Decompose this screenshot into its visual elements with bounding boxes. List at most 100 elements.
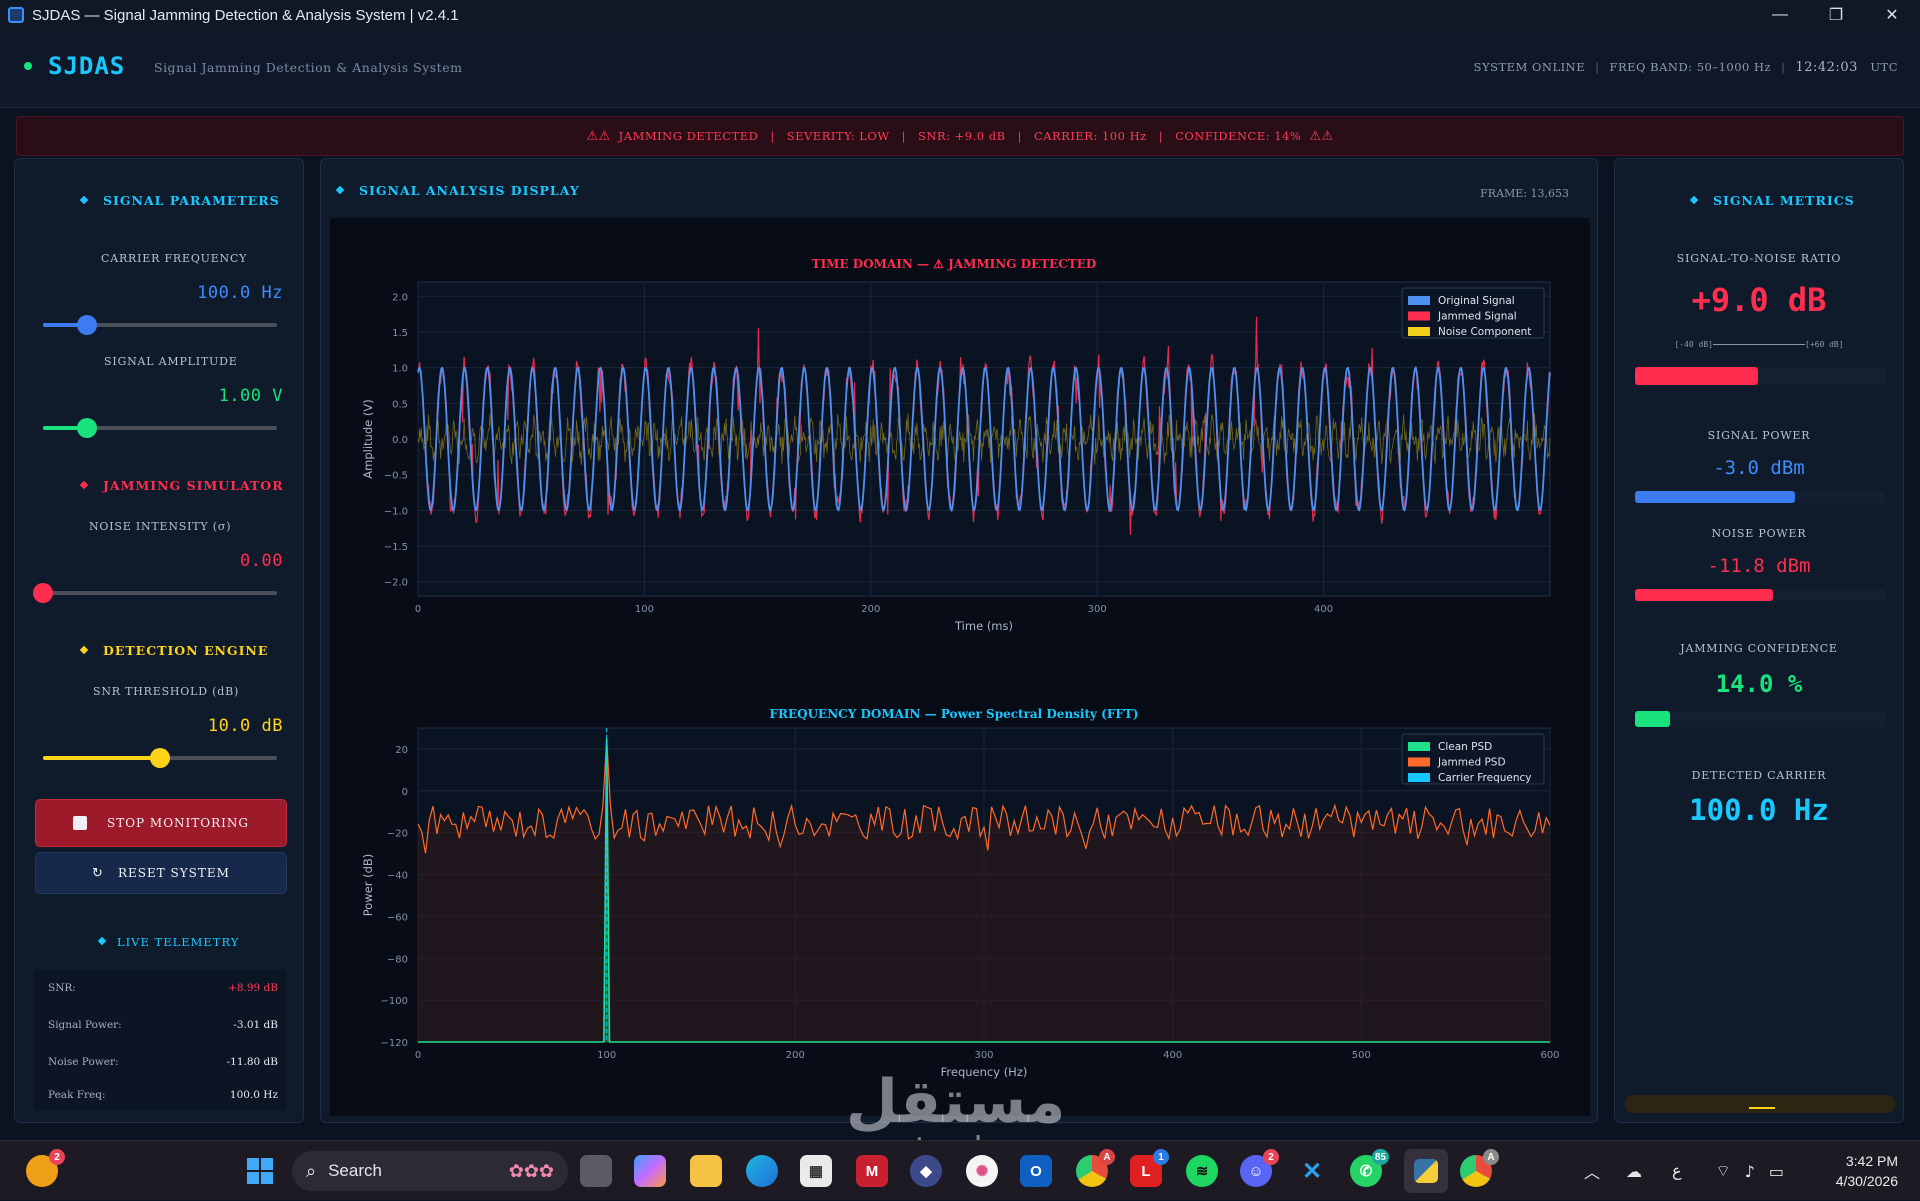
taskbar-clock[interactable]: 3:42 PM 4/30/2026 (1836, 1151, 1898, 1191)
diamond-icon (1689, 195, 1699, 204)
signal-power-label: SIGNAL POWER (1707, 429, 1811, 442)
whatsapp-icon[interactable]: ✆ 85 (1350, 1149, 1389, 1187)
y-tick-label: −100 (381, 996, 408, 1007)
vpn-icon[interactable]: ◆ (910, 1155, 942, 1187)
python-app-icon[interactable] (1404, 1149, 1448, 1193)
carrier-frequency-slider[interactable] (43, 315, 277, 335)
telemetry-row: Peak Freq: 100.0 Hz (48, 1089, 278, 1101)
legend-swatch (1408, 296, 1430, 305)
telemetry-row: Signal Power: -3.01 dB (48, 1019, 278, 1031)
vscode-icon[interactable]: ✕ (1296, 1155, 1328, 1187)
l-app-icon[interactable]: L1 (1130, 1149, 1169, 1187)
separator: | (1017, 129, 1022, 143)
bar-fill (1635, 367, 1758, 385)
section-title-text: JAMMING SIMULATOR (103, 478, 284, 493)
legend-entry: Carrier Frequency (1438, 772, 1532, 784)
mcafee-icon[interactable]: M (856, 1155, 888, 1187)
signal-power-bar (1635, 491, 1885, 503)
legend-entry: Noise Component (1438, 326, 1531, 338)
section-title-text: DETECTION ENGINE (103, 643, 269, 658)
onedrive-icon[interactable]: ☁ (1626, 1162, 1642, 1181)
language-indicator[interactable]: ع (1672, 1161, 1682, 1181)
badge: 2 (1263, 1149, 1279, 1165)
chrome-icon[interactable]: A (1076, 1149, 1115, 1187)
settings-gear-icon[interactable]: ✺ (966, 1155, 998, 1187)
x-tick-label: 300 (1088, 604, 1107, 615)
telemetry-value: -11.80 dB (226, 1056, 278, 1068)
detected-carrier-value: 100.0 Hz (1689, 793, 1829, 827)
wifi-icon[interactable]: ⌔ (1716, 1161, 1731, 1181)
warning-icon: ⚠⚠ (1309, 128, 1334, 144)
separator: | (770, 129, 775, 143)
volume-icon[interactable]: ♪ (1745, 1162, 1755, 1181)
x-tick-label: 300 (974, 1050, 993, 1061)
detected-carrier-label: DETECTED CARRIER (1691, 769, 1827, 782)
snr-label: SIGNAL-TO-NOISE RATIO (1676, 252, 1842, 265)
outlook-icon[interactable]: O (1020, 1155, 1052, 1187)
chart-title: FREQUENCY DOMAIN — Power Spectral Densit… (770, 707, 1139, 721)
signal-parameters-title: SIGNAL PARAMETERS (79, 193, 280, 208)
jamming-simulator-title: JAMMING SIMULATOR (79, 478, 284, 493)
snr-threshold-slider[interactable] (43, 748, 277, 768)
slider-thumb[interactable] (77, 418, 98, 438)
edge-icon[interactable] (746, 1155, 778, 1187)
reset-system-button[interactable]: ↻ RESET SYSTEM (35, 852, 287, 894)
status-indicator (1625, 1095, 1895, 1113)
analysis-display-title: SIGNAL ANALYSIS DISPLAY (335, 183, 580, 198)
windows-start-icon[interactable] (244, 1155, 276, 1187)
window-title: SJDAS — Signal Jamming Detection & Analy… (32, 6, 459, 24)
signal-amplitude-slider[interactable] (43, 418, 277, 438)
slider-thumb[interactable] (150, 748, 170, 768)
section-title-text: LIVE TELEMETRY (117, 935, 240, 949)
jamming-confidence-bar (1635, 711, 1885, 727)
chevron-up-icon[interactable]: ︿ (1584, 1159, 1600, 1183)
minimize-button[interactable]: — (1752, 0, 1808, 30)
telemetry-label: Noise Power: (48, 1056, 119, 1068)
search-box[interactable]: ⌕ Search ✿✿✿ (292, 1151, 568, 1191)
slider-fill (43, 756, 160, 760)
noise-intensity-slider[interactable] (33, 583, 277, 603)
alert-status: JAMMING DETECTED (618, 129, 759, 143)
header-status: SYSTEM ONLINE | FREQ BAND: 50–1000 Hz | 12:4… (1474, 60, 1898, 75)
alert-banner: ⚠⚠ JAMMING DETECTED | SEVERITY: LOW | SNR:… (16, 116, 1904, 156)
diamond-icon (335, 185, 345, 194)
x-tick-label: 500 (1352, 1050, 1371, 1061)
task-view-icon[interactable] (580, 1155, 612, 1187)
clock-timezone: UTC (1870, 60, 1898, 74)
analysis-chart-canvas: 0 100 200 300 4002.01.51.00.50.0−0.5−1.0−1.5… (330, 218, 1590, 1116)
separator: | (1781, 60, 1786, 74)
button-label: STOP MONITORING (106, 816, 250, 830)
warning-icon: ⚠⚠ (586, 128, 611, 144)
stop-monitoring-button[interactable]: STOP MONITORING (35, 799, 287, 847)
close-button[interactable]: ✕ (1864, 0, 1920, 30)
x-tick-label: 400 (1314, 604, 1333, 615)
chrome-profile-icon[interactable]: A (1460, 1149, 1499, 1187)
discord-icon[interactable]: ☺ 2 (1240, 1149, 1279, 1187)
telemetry-label: SNR: (48, 982, 76, 994)
badge: 2 (49, 1149, 65, 1165)
badge: A (1099, 1149, 1115, 1165)
metrics-panel: SIGNAL METRICS SIGNAL-TO-NOISE RATIO +9.… (1614, 158, 1904, 1123)
alert-severity: SEVERITY: LOW (786, 129, 890, 143)
store-icon[interactable]: ▦ (800, 1155, 832, 1187)
noise-intensity-value: 0.00 (240, 551, 283, 571)
clock-time: 3:42 PM (1845, 1153, 1898, 1169)
copilot-icon[interactable] (634, 1155, 666, 1187)
section-title-text: SIGNAL PARAMETERS (103, 193, 280, 208)
x-axis-label: Time (ms) (954, 619, 1013, 633)
restore-button[interactable]: ❐ (1808, 0, 1864, 30)
status-indicator-mark (1749, 1107, 1775, 1109)
bar-fill (1635, 589, 1773, 601)
widgets-icon[interactable]: 2 (26, 1149, 65, 1187)
telemetry-table: SNR: +8.99 dB Signal Power: -3.01 dB Noise… (34, 970, 286, 1110)
spotify-icon[interactable]: ≋ (1186, 1155, 1218, 1187)
y-tick-label: 2.0 (392, 292, 408, 303)
battery-icon[interactable]: ▭ (1769, 1162, 1784, 1181)
slider-thumb[interactable] (33, 583, 53, 603)
y-tick-label: −0.5 (384, 471, 408, 482)
snr-threshold-label: SNR THRESHOLD (dB) (93, 685, 240, 698)
file-explorer-icon[interactable] (690, 1155, 722, 1187)
slider-thumb[interactable] (77, 315, 98, 335)
snr-scale: [-40 dB] [+60 dB] (1615, 340, 1903, 349)
freq-band: FREQ BAND: 50–1000 Hz (1609, 60, 1772, 74)
